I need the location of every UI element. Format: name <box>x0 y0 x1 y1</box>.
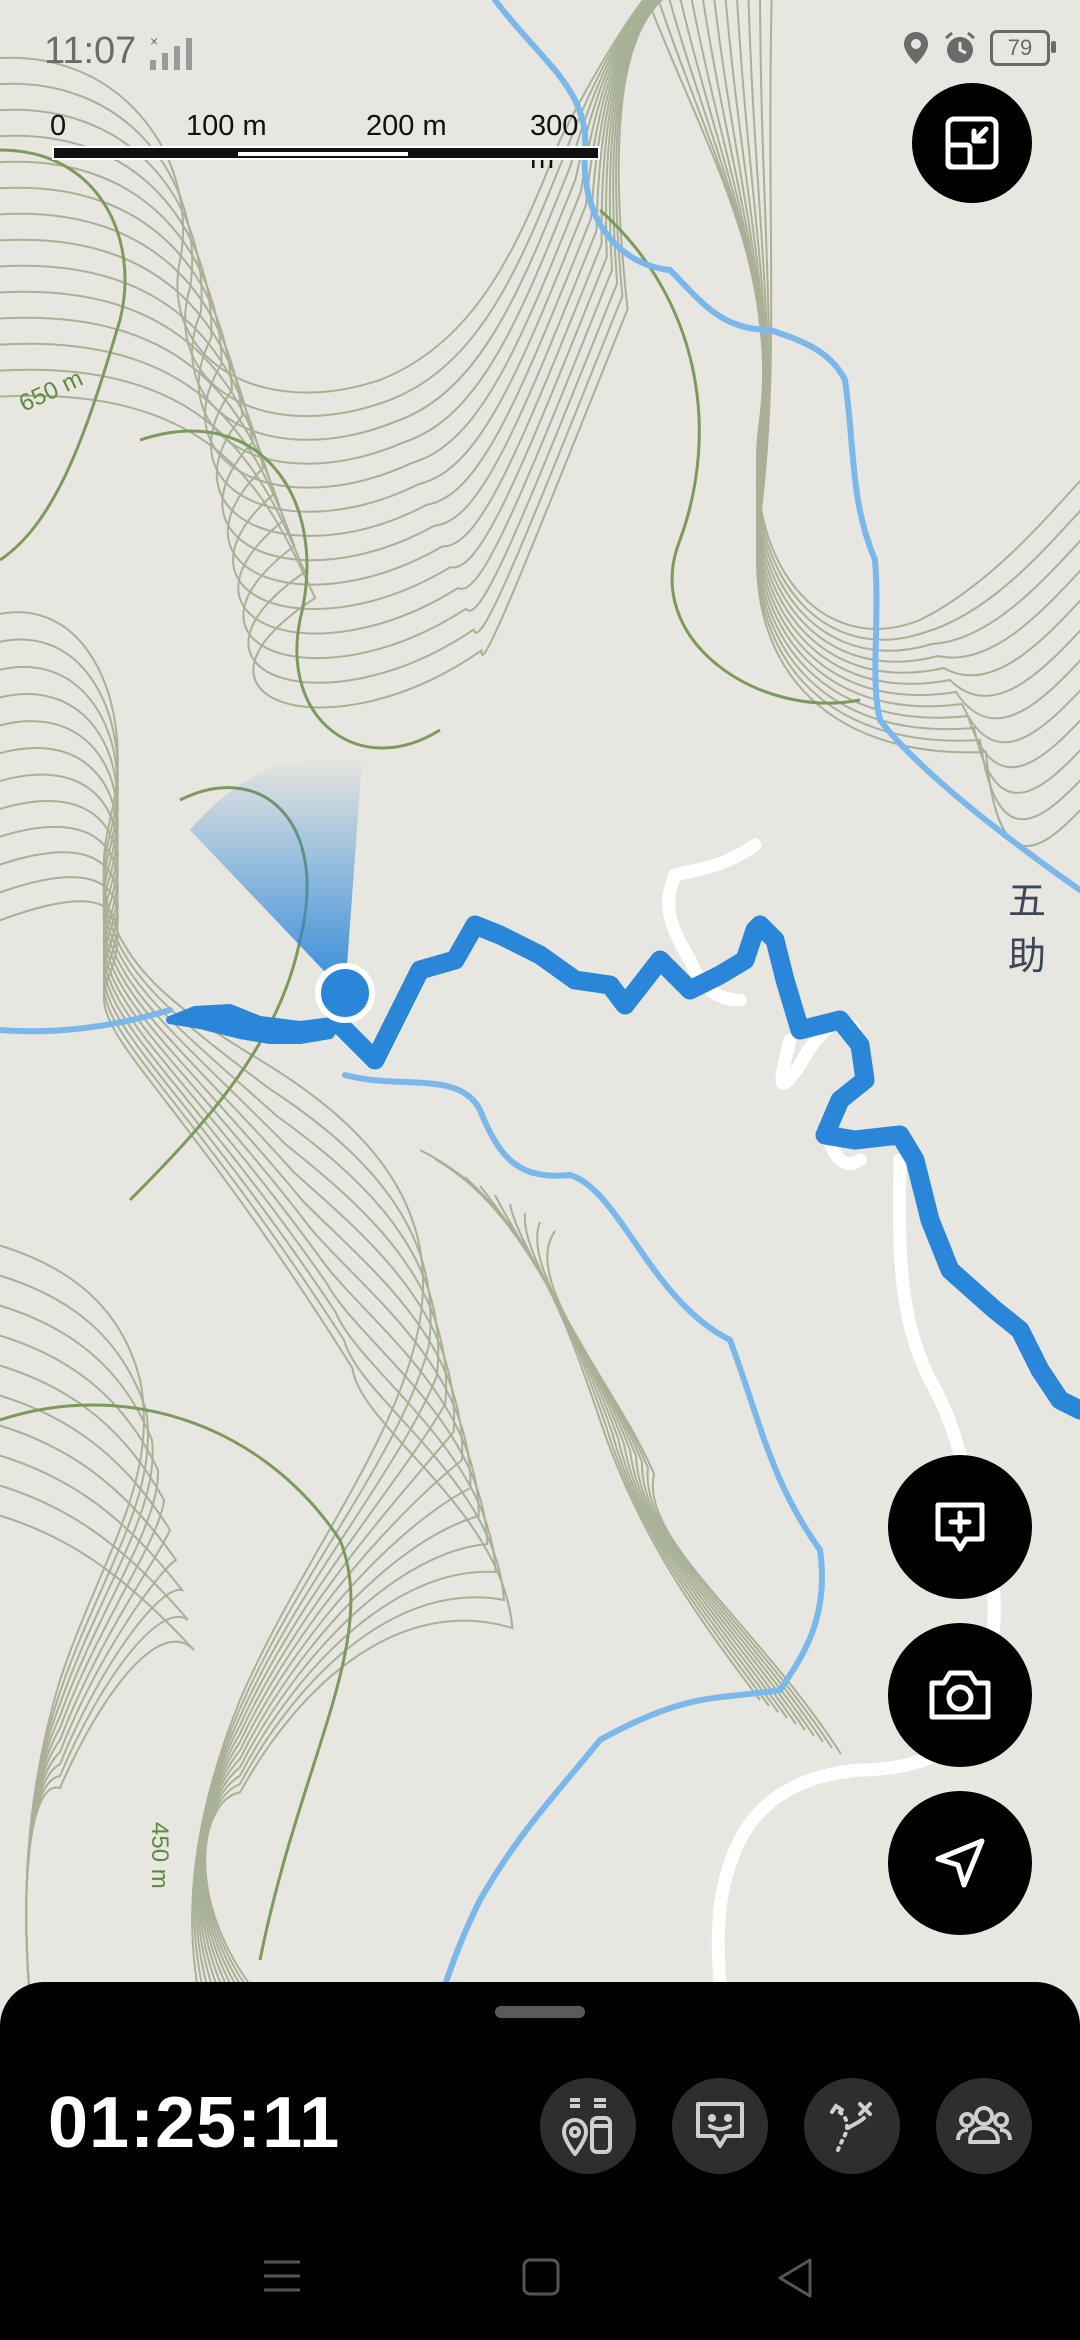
back-icon <box>778 2258 812 2298</box>
memo-icon <box>696 2102 744 2148</box>
place-label: 五助 <box>1008 881 1047 978</box>
expand-button[interactable] <box>912 83 1032 203</box>
expand-icon <box>945 116 999 170</box>
route-button[interactable] <box>804 2078 900 2174</box>
route-icon <box>830 2102 872 2152</box>
waypoint-bottles-icon <box>562 2098 612 2156</box>
scale-bar: 0 100 m 200 m 300 m <box>50 110 600 175</box>
navigate-button[interactable] <box>888 1791 1032 1935</box>
elapsed-timer: 01:25:11 <box>48 2083 341 2163</box>
contour-label-450: 450 m <box>146 1822 173 1889</box>
camera-icon <box>929 1670 991 1720</box>
group-icon <box>956 2106 1012 2144</box>
waypoint-button[interactable] <box>540 2078 636 2174</box>
current-location-dot <box>315 963 375 1023</box>
scale-bar-segment <box>238 152 408 156</box>
camera-button[interactable] <box>888 1623 1032 1767</box>
signal-icon: × <box>150 34 192 70</box>
battery-icon: 79 <box>990 30 1056 66</box>
back-nav-button[interactable] <box>776 2258 814 2303</box>
scale-label: 300 m <box>530 110 579 175</box>
system-nav-bar <box>0 2210 1080 2340</box>
battery-level: 79 <box>1007 35 1033 60</box>
sheet-handle[interactable] <box>495 2006 585 2018</box>
add-note-icon <box>935 1502 985 1552</box>
group-button[interactable] <box>936 2078 1032 2174</box>
scale-label: 200 m <box>366 110 447 142</box>
alarm-icon <box>945 31 975 63</box>
home-icon <box>522 2258 560 2296</box>
location-pin-icon <box>904 32 928 64</box>
status-bar: 11:07 × 79 <box>0 0 1080 110</box>
add-note-button[interactable] <box>888 1455 1032 1599</box>
scale-label: 100 m <box>186 110 267 142</box>
svg-text:×: × <box>150 34 158 49</box>
scale-label: 0 <box>50 110 67 142</box>
menu-nav-button[interactable] <box>262 2258 302 2299</box>
memo-button[interactable] <box>672 2078 768 2174</box>
home-nav-button[interactable] <box>522 2258 560 2301</box>
menu-icon <box>264 2260 300 2292</box>
navigation-arrow-icon <box>935 1838 985 1888</box>
status-time: 11:07 <box>44 30 137 72</box>
